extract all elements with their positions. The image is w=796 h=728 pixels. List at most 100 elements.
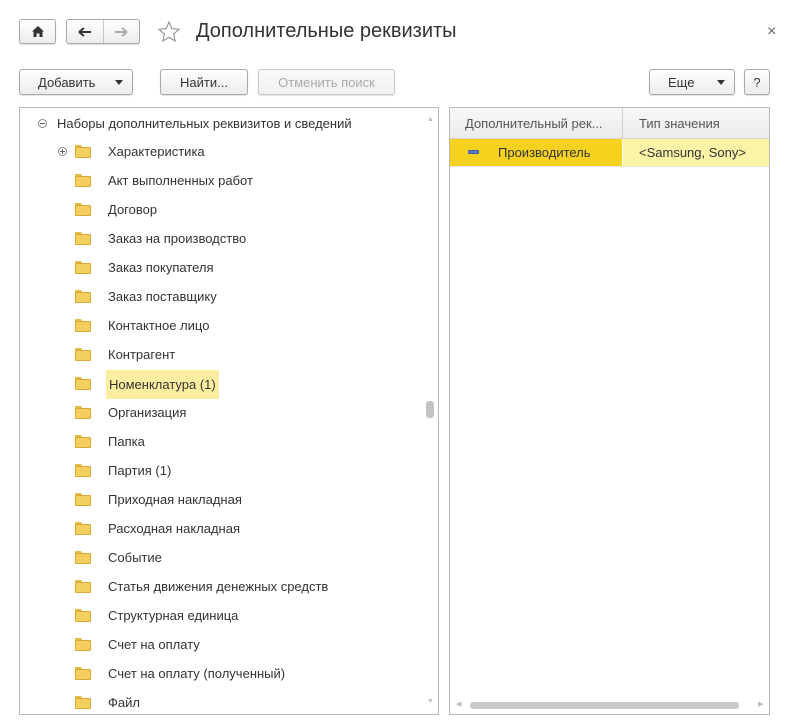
tree-item[interactable]: Счет на оплату (полученный): [20, 660, 420, 689]
value-type-text: <Samsung, Sony>: [639, 145, 746, 160]
arrow-left-icon: [78, 26, 91, 37]
home-icon: [31, 26, 44, 37]
folder-icon: [75, 464, 91, 477]
arrow-right-icon: [115, 26, 128, 37]
more-button-label: Еще: [668, 74, 695, 90]
tree-item-label: Контрагент: [108, 347, 176, 362]
folder-icon: [75, 377, 91, 390]
vertical-scrollbar-thumb[interactable]: [426, 401, 434, 418]
attribute-name: Производитель: [498, 145, 591, 160]
tree-item[interactable]: Статья движения денежных средств: [20, 573, 420, 602]
close-icon[interactable]: ×: [767, 23, 776, 41]
folder-icon: [75, 406, 91, 419]
tree-item-label: Акт выполненных работ: [108, 173, 253, 188]
folder-icon: [75, 696, 91, 709]
tree-item[interactable]: Договор: [20, 196, 420, 225]
tree-item-label: Организация: [108, 405, 187, 420]
folder-icon: [75, 435, 91, 448]
tree-item[interactable]: Заказ покупателя: [20, 254, 420, 283]
tree-item[interactable]: Счет на оплату: [20, 631, 420, 660]
scroll-up-icon[interactable]: ▲: [427, 116, 434, 123]
tree-item[interactable]: Файл: [20, 689, 420, 714]
home-button[interactable]: [19, 19, 56, 44]
chevron-down-icon: [115, 80, 123, 85]
folder-icon: [75, 493, 91, 506]
tree-item[interactable]: Заказ на производство: [20, 225, 420, 254]
tree-item-label: Структурная единица: [108, 608, 239, 623]
tree-item-label: Расходная накладная: [108, 521, 241, 536]
tree-item-label: Договор: [108, 202, 158, 217]
cancel-search-button[interactable]: Отменить поиск: [258, 69, 395, 95]
tree-item-label: Статья движения денежных средств: [108, 579, 329, 594]
tree-item[interactable]: Акт выполненных работ: [20, 167, 420, 196]
add-button-label: Добавить: [38, 74, 96, 90]
back-button[interactable]: [67, 20, 103, 43]
tree-item-label: Папка: [108, 434, 145, 449]
forward-button[interactable]: [103, 20, 139, 43]
tree-item[interactable]: Партия (1): [20, 457, 420, 486]
tree-item[interactable]: Расходная накладная: [20, 515, 420, 544]
folder-icon: [75, 261, 91, 274]
tree-item-label: Файл: [108, 695, 140, 710]
find-button-label: Найти...: [180, 74, 228, 90]
folder-icon: [75, 348, 91, 361]
tree-item[interactable]: Номенклатура (1): [20, 370, 420, 399]
column-header-value-type[interactable]: Тип значения: [639, 116, 720, 131]
tree-root[interactable]: Наборы дополнительных реквизитов и сведе…: [38, 116, 352, 131]
scroll-left-icon[interactable]: ◀: [456, 700, 461, 708]
folder-icon: [75, 319, 91, 332]
table-cell-attribute[interactable]: Производитель: [450, 139, 622, 166]
folder-icon: [75, 580, 91, 593]
tree-item-label: Счет на оплату (полученный): [108, 666, 286, 681]
folder-icon: [75, 203, 91, 216]
folder-icon: [75, 145, 91, 158]
tree-item-label: Приходная накладная: [108, 492, 242, 507]
collapse-icon[interactable]: [38, 119, 47, 128]
tree-item-label: Заказ поставщику: [108, 289, 217, 304]
tree-item[interactable]: Характеристика: [20, 138, 420, 167]
scroll-down-icon[interactable]: ▼: [427, 698, 434, 705]
folder-icon: [75, 290, 91, 303]
table-cell-value-type[interactable]: <Samsung, Sony>: [623, 139, 769, 166]
table-header: Дополнительный рек... Тип значения: [450, 108, 769, 139]
tree-item-label: Номенклатура (1): [106, 370, 219, 399]
column-header-attribute[interactable]: Дополнительный рек...: [465, 116, 603, 131]
tree-item-label: Контактное лицо: [108, 318, 210, 333]
tree-item[interactable]: Контрагент: [20, 341, 420, 370]
folder-icon: [75, 609, 91, 622]
help-button-label: ?: [753, 74, 761, 90]
tree-item[interactable]: Папка: [20, 428, 420, 457]
tree-item[interactable]: Контактное лицо: [20, 312, 420, 341]
favorite-star-icon[interactable]: [157, 20, 181, 44]
more-button[interactable]: Еще: [649, 69, 735, 95]
chevron-down-icon: [717, 80, 725, 85]
attribute-icon: [468, 150, 479, 154]
folder-icon: [75, 522, 91, 535]
tree-item[interactable]: Событие: [20, 544, 420, 573]
cancel-search-label: Отменить поиск: [278, 74, 375, 90]
table-row[interactable]: Производитель <Samsung, Sony>: [450, 139, 769, 167]
tree-item-label: Событие: [108, 550, 162, 565]
page-title: Дополнительные реквизиты: [196, 20, 457, 42]
tree-item[interactable]: Организация: [20, 399, 420, 428]
tree-item[interactable]: Структурная единица: [20, 602, 420, 631]
expand-icon[interactable]: [58, 147, 67, 156]
tree-panel[interactable]: Наборы дополнительных реквизитов и сведе…: [19, 107, 439, 715]
navigation-buttons: [66, 19, 140, 44]
tree-item[interactable]: Заказ поставщику: [20, 283, 420, 312]
attributes-table[interactable]: Дополнительный рек... Тип значения Произ…: [449, 107, 770, 715]
find-button[interactable]: Найти...: [160, 69, 248, 95]
folder-icon: [75, 667, 91, 680]
horizontal-scrollbar-thumb[interactable]: [470, 702, 739, 709]
folder-icon: [75, 232, 91, 245]
tree-item-label: Заказ на производство: [108, 231, 247, 246]
help-button[interactable]: ?: [744, 69, 770, 95]
tree-item-label: Партия (1): [108, 463, 172, 478]
tree-item[interactable]: Приходная накладная: [20, 486, 420, 515]
add-button[interactable]: Добавить: [19, 69, 133, 95]
folder-icon: [75, 174, 91, 187]
folder-icon: [75, 638, 91, 651]
scroll-right-icon[interactable]: ▶: [758, 700, 763, 708]
tree-root-label: Наборы дополнительных реквизитов и сведе…: [57, 116, 352, 131]
tree-item-label: Счет на оплату: [108, 637, 200, 652]
